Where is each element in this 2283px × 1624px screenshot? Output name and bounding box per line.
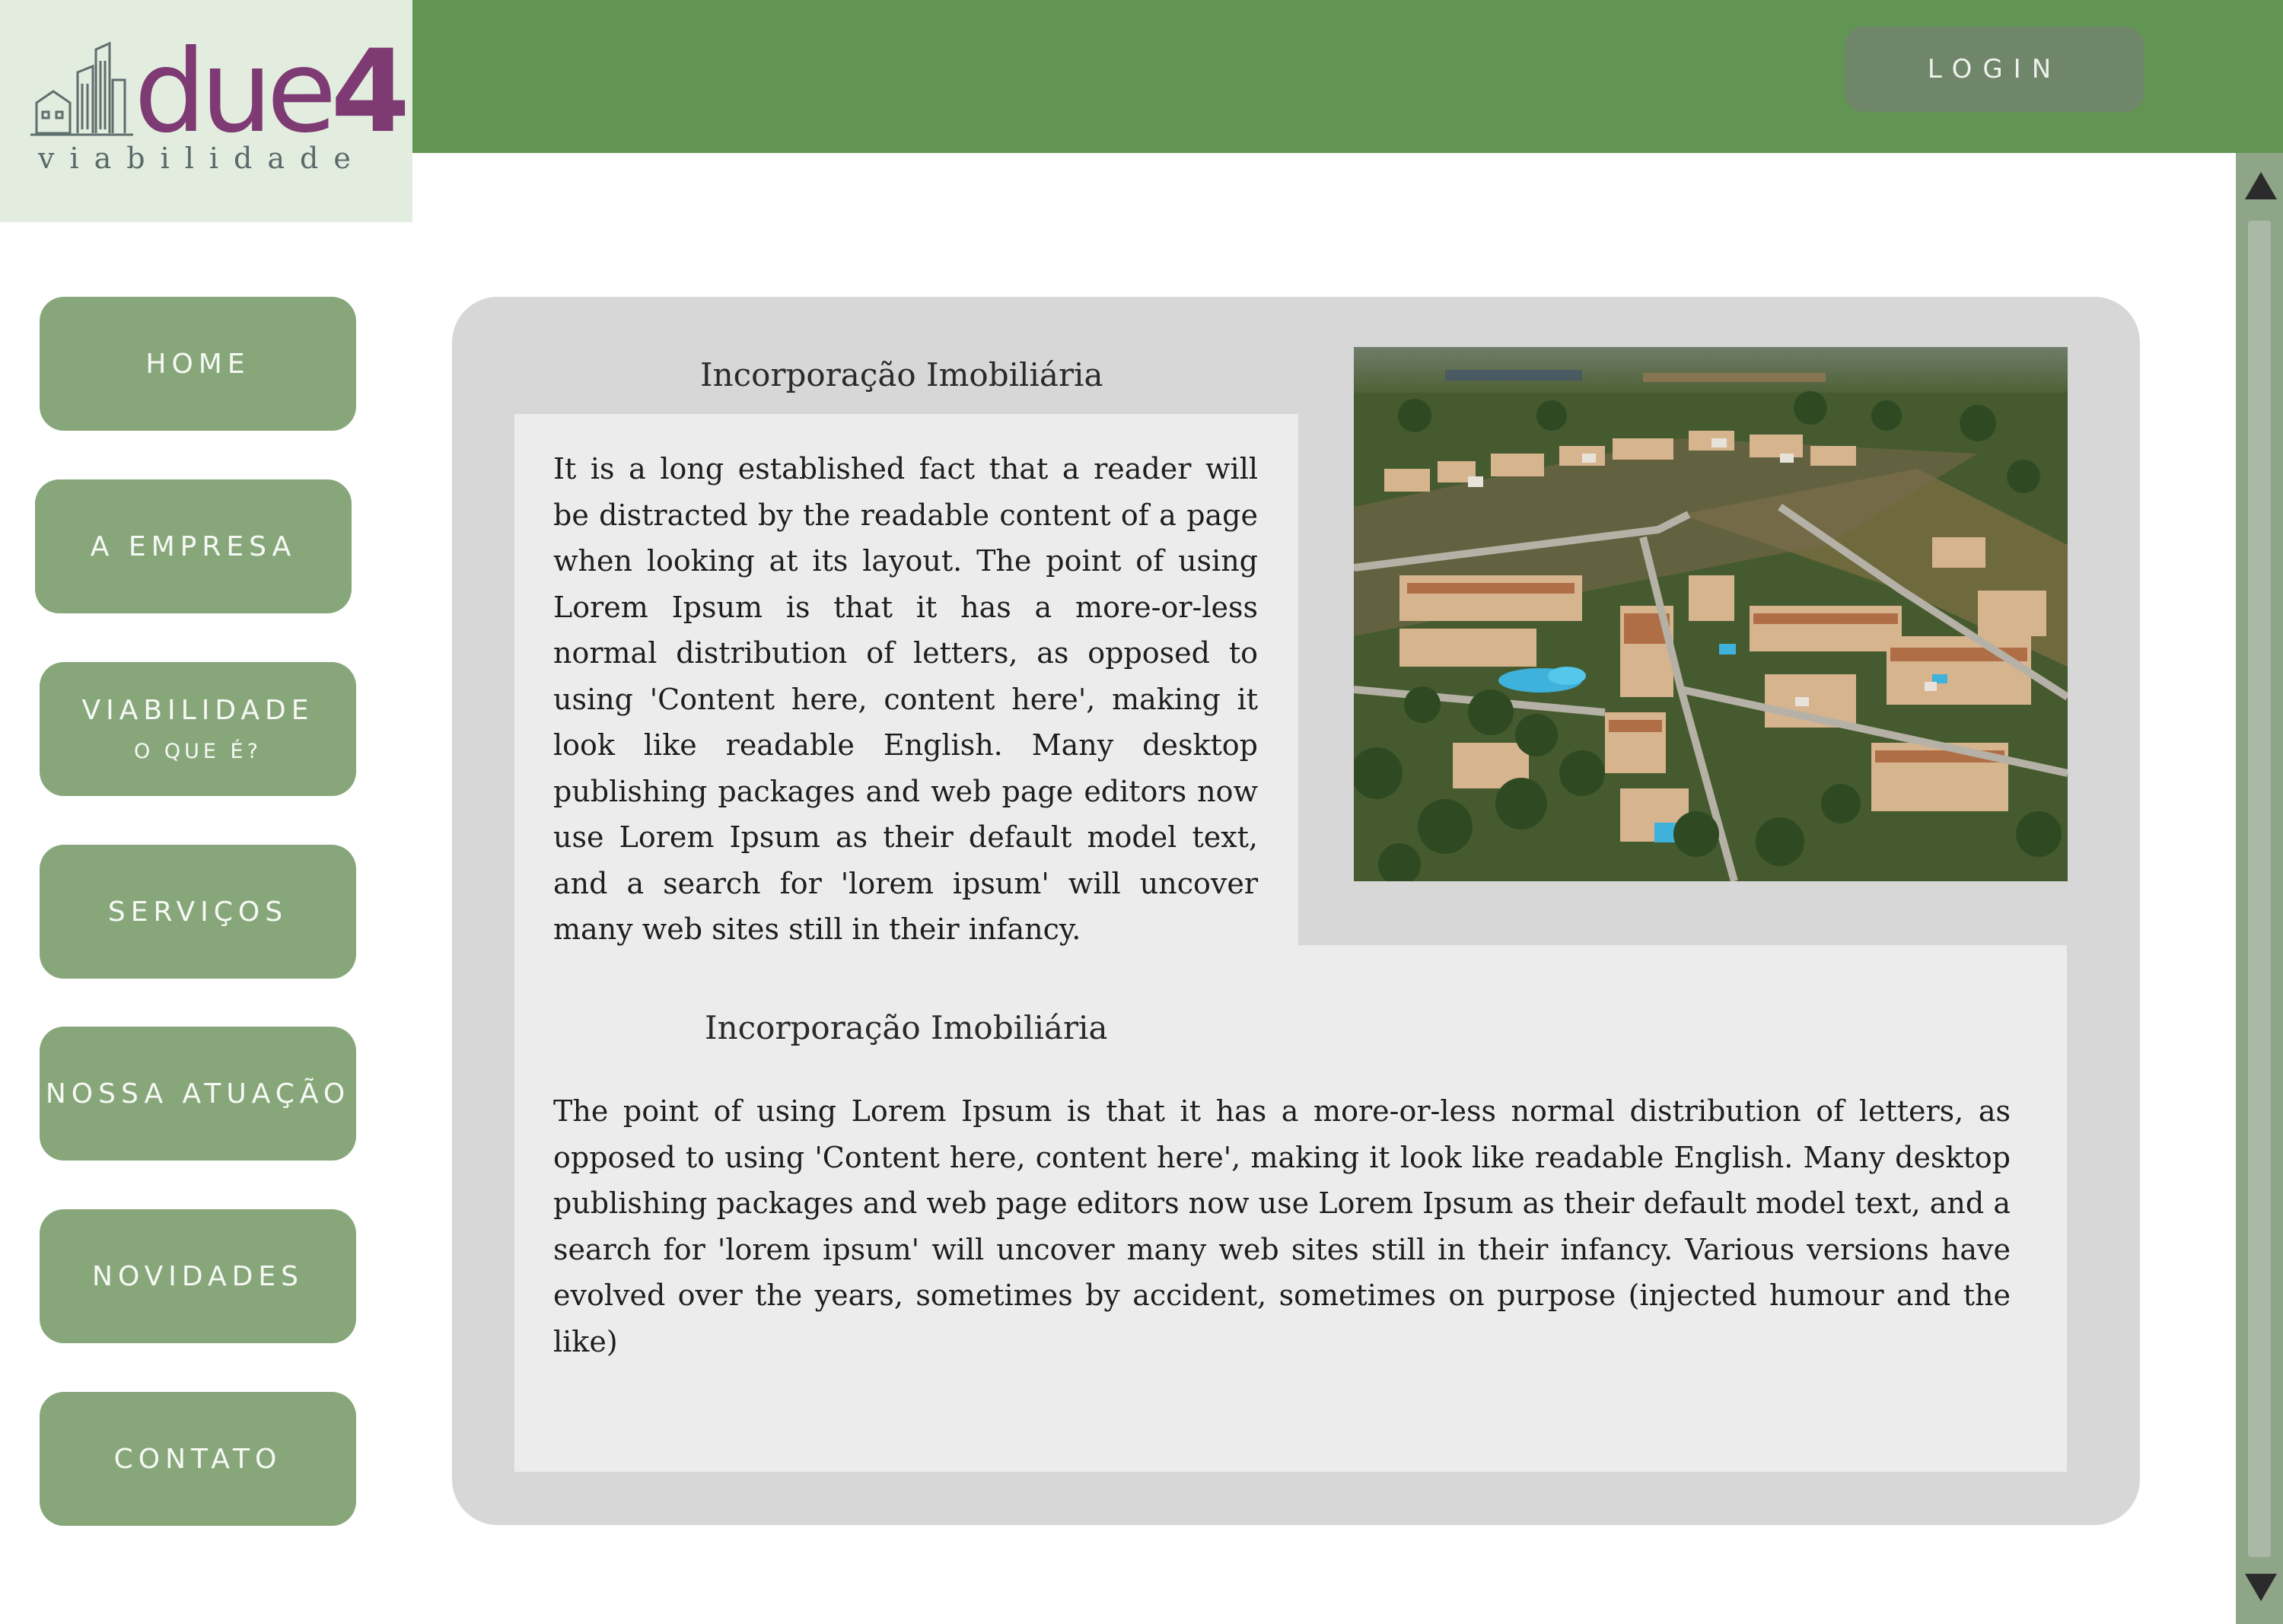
triangle-down-icon[interactable] xyxy=(2243,1571,2278,1604)
nav-atuacao-button[interactable]: NOSSA ATUAÇÃO xyxy=(40,1027,356,1161)
nav-contato-label: CONTATO xyxy=(113,1443,282,1475)
scrollbar-thumb[interactable] xyxy=(2248,221,2271,1557)
nav-home-button[interactable]: HOME xyxy=(40,297,356,431)
logo-tagline: viabilidade xyxy=(38,142,366,175)
logo-word-main: due xyxy=(134,26,337,158)
nav-viabilidade-label: VIABILIDADE xyxy=(81,695,314,726)
section1-body: It is a long established fact that a rea… xyxy=(553,452,1258,946)
nav-empresa-label: A EMPRESA xyxy=(90,530,297,562)
logo-wordmark: due4 xyxy=(134,35,410,149)
nav-servicos-button[interactable]: SERVIÇOS xyxy=(40,845,356,979)
nav-novidades-button[interactable]: NOVIDADES xyxy=(40,1209,356,1343)
nav-contato-button[interactable]: CONTATO xyxy=(40,1392,356,1526)
section1-title: Incorporação Imobiliária xyxy=(700,356,1103,393)
logo-word-number: 4 xyxy=(330,26,410,158)
nav-viabilidade-sublabel: O QUE É? xyxy=(134,740,262,763)
nav-empresa-button[interactable]: A EMPRESA xyxy=(35,479,352,613)
nav-viabilidade-button[interactable]: VIABILIDADE O QUE É? xyxy=(40,662,356,796)
section2-title: Incorporação Imobiliária xyxy=(705,1009,1108,1046)
nav-atuacao-label: NOSSA ATUAÇÃO xyxy=(45,1078,351,1110)
login-button[interactable]: LOGIN xyxy=(1845,27,2144,112)
buildings-icon xyxy=(30,42,133,136)
logo[interactable]: due4 viabilidade xyxy=(0,0,412,222)
section2-body: The point of using Lorem Ipsum is that i… xyxy=(553,1094,2011,1358)
nav-home-label: HOME xyxy=(145,348,250,380)
triangle-up-icon[interactable] xyxy=(2243,169,2278,202)
nav-servicos-label: SERVIÇOS xyxy=(107,896,288,928)
aerial-village-photo xyxy=(1354,347,2068,881)
nav-novidades-label: NOVIDADES xyxy=(92,1260,304,1292)
